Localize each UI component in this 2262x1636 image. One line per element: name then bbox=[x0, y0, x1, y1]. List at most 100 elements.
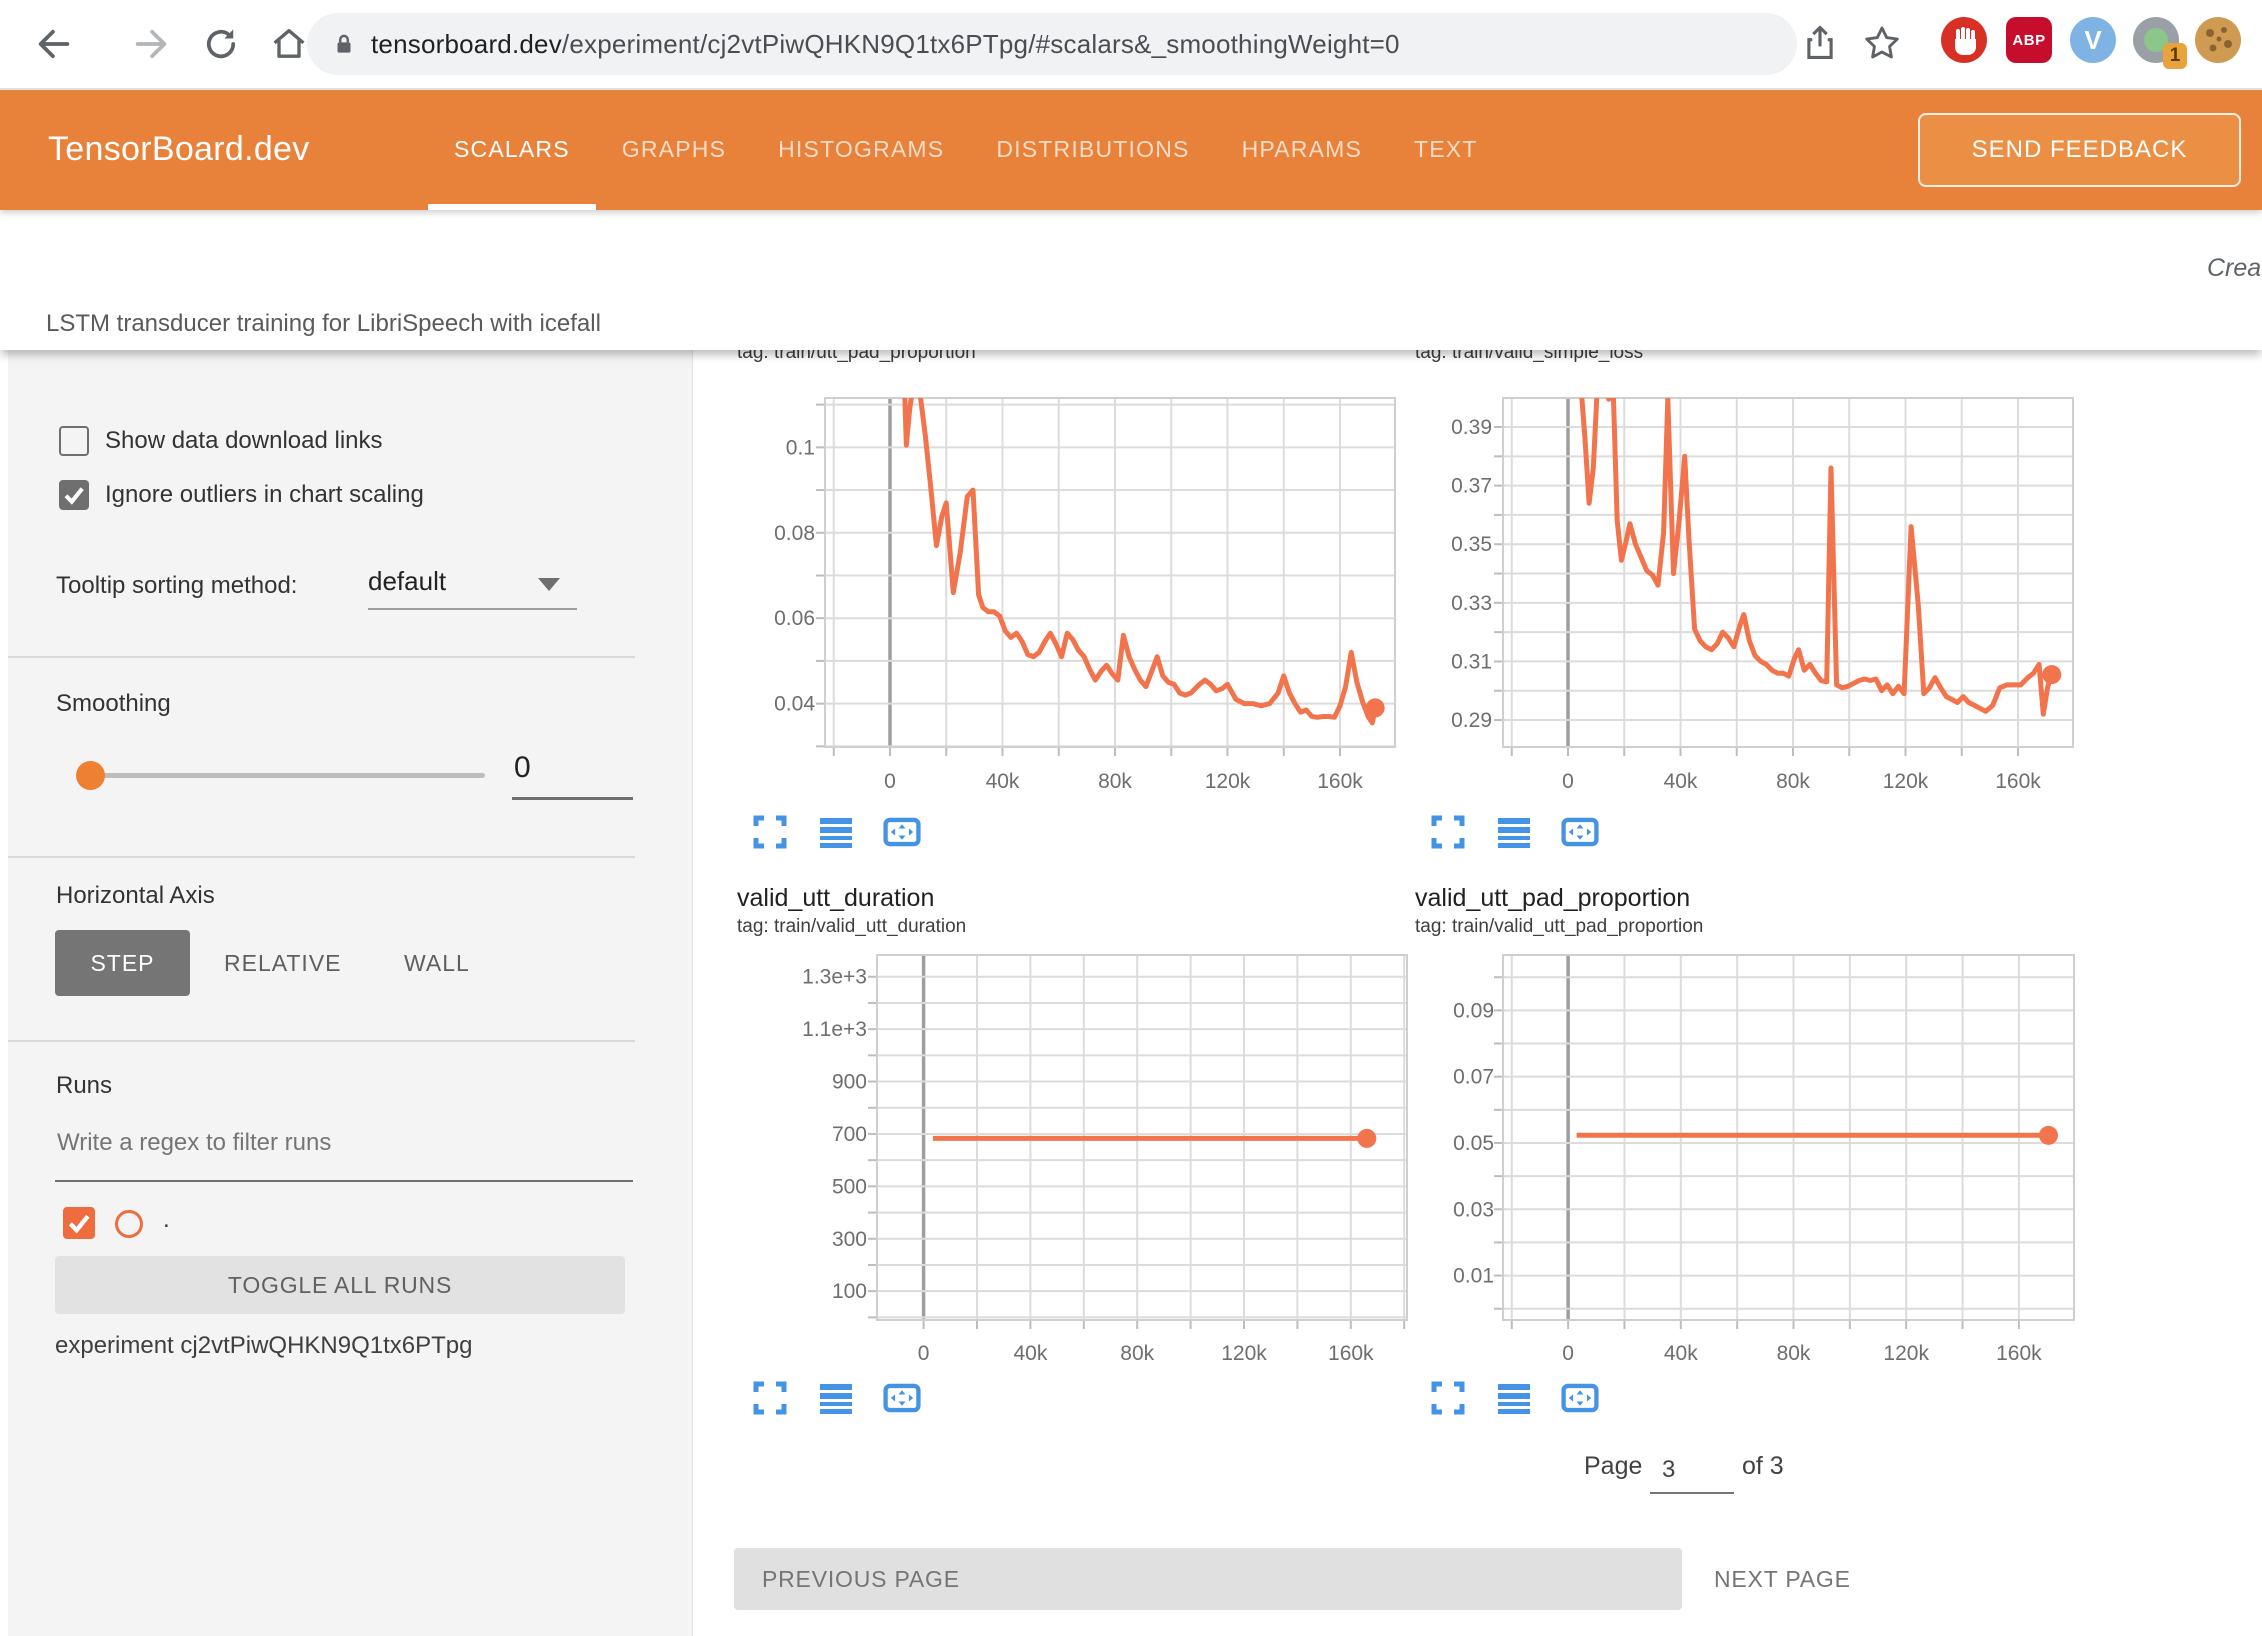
chart-valid_simple_loss[interactable]: 040k80k120k160k0.390.370.350.330.310.29 bbox=[1378, 378, 2118, 803]
svg-text:0.05: 0.05 bbox=[1453, 1132, 1494, 1155]
svg-text:0.37: 0.37 bbox=[1451, 475, 1492, 498]
back-icon[interactable] bbox=[34, 24, 74, 64]
svg-text:40k: 40k bbox=[986, 770, 1020, 793]
last-point-dot bbox=[1357, 1129, 1376, 1148]
svg-text:0.39: 0.39 bbox=[1451, 416, 1492, 439]
tab-text[interactable]: TEXT bbox=[1388, 88, 1504, 210]
svg-text:40k: 40k bbox=[1664, 770, 1698, 793]
toggle-all-runs-button[interactable]: TOGGLE ALL RUNS bbox=[55, 1256, 625, 1314]
experiment-header: Crea LSTM transducer training for LibriS… bbox=[0, 210, 2262, 350]
expand-chart-icon[interactable] bbox=[750, 813, 790, 851]
svg-text:700: 700 bbox=[832, 1123, 867, 1146]
smoothing-label: Smoothing bbox=[56, 690, 171, 718]
fit-domain-icon[interactable] bbox=[882, 1379, 922, 1417]
smoothing-slider-thumb[interactable] bbox=[76, 761, 105, 790]
svg-text:0.09: 0.09 bbox=[1453, 999, 1494, 1022]
chart-series-icon[interactable] bbox=[1494, 813, 1534, 851]
tab-hparams[interactable]: HPARAMS bbox=[1216, 88, 1388, 210]
svg-text:160k: 160k bbox=[1996, 1342, 2042, 1365]
show-download-links-checkbox[interactable] bbox=[59, 426, 89, 456]
chart-series-icon[interactable] bbox=[816, 1379, 856, 1417]
run-checkbox[interactable] bbox=[63, 1207, 95, 1239]
reload-icon[interactable] bbox=[201, 24, 241, 64]
svg-text:40k: 40k bbox=[1013, 1342, 1047, 1365]
axis-mode-wall-button[interactable]: WALL bbox=[404, 930, 470, 996]
chart-title-valid-utt-duration: valid_utt_duration bbox=[737, 884, 934, 913]
session-extension-icon[interactable]: 1 bbox=[2133, 17, 2179, 63]
cookie-icon[interactable] bbox=[2195, 17, 2241, 63]
svg-text:900: 900 bbox=[832, 1071, 867, 1094]
tab-graphs[interactable]: GRAPHS bbox=[596, 88, 752, 210]
run-color-swatch[interactable] bbox=[115, 1210, 143, 1238]
smoothing-value-input[interactable] bbox=[512, 750, 636, 786]
svg-text:120k: 120k bbox=[1221, 1342, 1267, 1365]
page-of-label: of 3 bbox=[1742, 1452, 1784, 1481]
fit-domain-icon[interactable] bbox=[1560, 1379, 1600, 1417]
chevron-down-icon[interactable] bbox=[538, 578, 560, 591]
chart-tag-valid-utt-pad-proportion: tag: train/valid_utt_pad_proportion bbox=[1415, 916, 1703, 938]
adblock-hand-icon[interactable] bbox=[1941, 17, 1987, 63]
svg-text:80k: 80k bbox=[1777, 1342, 1811, 1365]
chart-series-icon[interactable] bbox=[1494, 1379, 1534, 1417]
expand-chart-icon[interactable] bbox=[750, 1379, 790, 1417]
url-text: tensorboard.dev/experiment/cj2vtPiwQHKN9… bbox=[371, 29, 1400, 60]
page-number-input[interactable] bbox=[1650, 1452, 1734, 1494]
bookmark-star-icon[interactable] bbox=[1862, 23, 1902, 63]
forward-icon[interactable] bbox=[131, 24, 171, 64]
svg-text:0.35: 0.35 bbox=[1451, 533, 1492, 556]
axis-mode-relative-button[interactable]: RELATIVE bbox=[224, 930, 342, 996]
extension-badge: 1 bbox=[2163, 43, 2187, 69]
svg-text:0.08: 0.08 bbox=[774, 522, 815, 545]
svg-text:0.07: 0.07 bbox=[1453, 1066, 1494, 1089]
svg-text:0.04: 0.04 bbox=[774, 693, 815, 716]
svg-text:40k: 40k bbox=[1664, 1342, 1698, 1365]
expand-chart-icon[interactable] bbox=[1428, 1379, 1468, 1417]
send-feedback-button[interactable]: SEND FEEDBACK bbox=[1918, 113, 2241, 187]
share-icon[interactable] bbox=[1800, 23, 1840, 63]
previous-page-button[interactable]: PREVIOUS PAGE bbox=[734, 1548, 1682, 1610]
address-bar[interactable]: tensorboard.dev/experiment/cj2vtPiwQHKN9… bbox=[307, 13, 1797, 75]
next-page-button[interactable]: NEXT PAGE bbox=[1714, 1548, 1851, 1610]
tab-scalars[interactable]: SCALARS bbox=[428, 88, 596, 210]
tooltip-sorting-dropdown[interactable]: default bbox=[368, 566, 446, 597]
chart-valid_utt_duration[interactable]: 040k80k120k160k1.3e+31.1e+39007005003001… bbox=[700, 940, 1440, 1372]
fit-domain-icon[interactable] bbox=[1560, 813, 1600, 851]
svg-text:0: 0 bbox=[1562, 1342, 1574, 1365]
run-line bbox=[904, 378, 1375, 723]
svg-text:160k: 160k bbox=[1328, 1342, 1374, 1365]
v-extension-icon[interactable]: V bbox=[2070, 17, 2116, 63]
tab-distributions[interactable]: DISTRIBUTIONS bbox=[970, 88, 1215, 210]
axis-mode-step-button[interactable]: STEP bbox=[55, 930, 190, 996]
divider bbox=[8, 1040, 635, 1042]
home-icon[interactable] bbox=[269, 24, 309, 64]
svg-text:0.01: 0.01 bbox=[1453, 1265, 1494, 1288]
browser-toolbar: tensorboard.dev/experiment/cj2vtPiwQHKN9… bbox=[0, 0, 2262, 90]
svg-text:120k: 120k bbox=[1883, 770, 1929, 793]
svg-text:0.29: 0.29 bbox=[1451, 709, 1492, 732]
page-root: tensorboard.dev/experiment/cj2vtPiwQHKN9… bbox=[0, 0, 2262, 1636]
expand-chart-icon[interactable] bbox=[1428, 813, 1468, 851]
svg-text:160k: 160k bbox=[1995, 770, 2041, 793]
horizontal-axis-label: Horizontal Axis bbox=[56, 882, 215, 910]
abp-label: ABP bbox=[2012, 32, 2045, 49]
smoothing-slider-track[interactable] bbox=[82, 773, 485, 778]
chart-toolbar bbox=[750, 813, 922, 851]
chart-valid_utt_pad_proportion[interactable]: 040k80k120k160k0.090.070.050.030.01 bbox=[1378, 940, 2118, 1372]
tab-histograms[interactable]: HISTOGRAMS bbox=[752, 88, 970, 210]
dropdown-underline bbox=[368, 608, 577, 610]
experiment-id-label: experiment cj2vtPiwQHKN9Q1tx6PTpg bbox=[55, 1332, 473, 1360]
show-download-links-label: Show data download links bbox=[105, 427, 383, 455]
chart-series-icon[interactable] bbox=[816, 813, 856, 851]
svg-text:0.33: 0.33 bbox=[1451, 592, 1492, 615]
chart-tag-valid-utt-duration: tag: train/valid_utt_duration bbox=[737, 916, 966, 938]
runs-filter-input[interactable] bbox=[55, 1128, 619, 1158]
abp-icon[interactable]: ABP bbox=[2006, 17, 2052, 63]
chart-title-valid-utt-pad-proportion: valid_utt_pad_proportion bbox=[1415, 884, 1690, 913]
chart-utt_pad_proportion[interactable]: 040k80k120k160k0.10.080.060.04 bbox=[700, 378, 1440, 803]
fit-domain-icon[interactable] bbox=[882, 813, 922, 851]
app-title: TensorBoard.dev bbox=[48, 88, 310, 210]
svg-text:1.3e+3: 1.3e+3 bbox=[802, 966, 867, 989]
ignore-outliers-checkbox[interactable] bbox=[59, 480, 89, 510]
url-path: /experiment/cj2vtPiwQHKN9Q1tx6PTpg/#scal… bbox=[562, 29, 1400, 59]
runs-section-label: Runs bbox=[56, 1072, 112, 1100]
